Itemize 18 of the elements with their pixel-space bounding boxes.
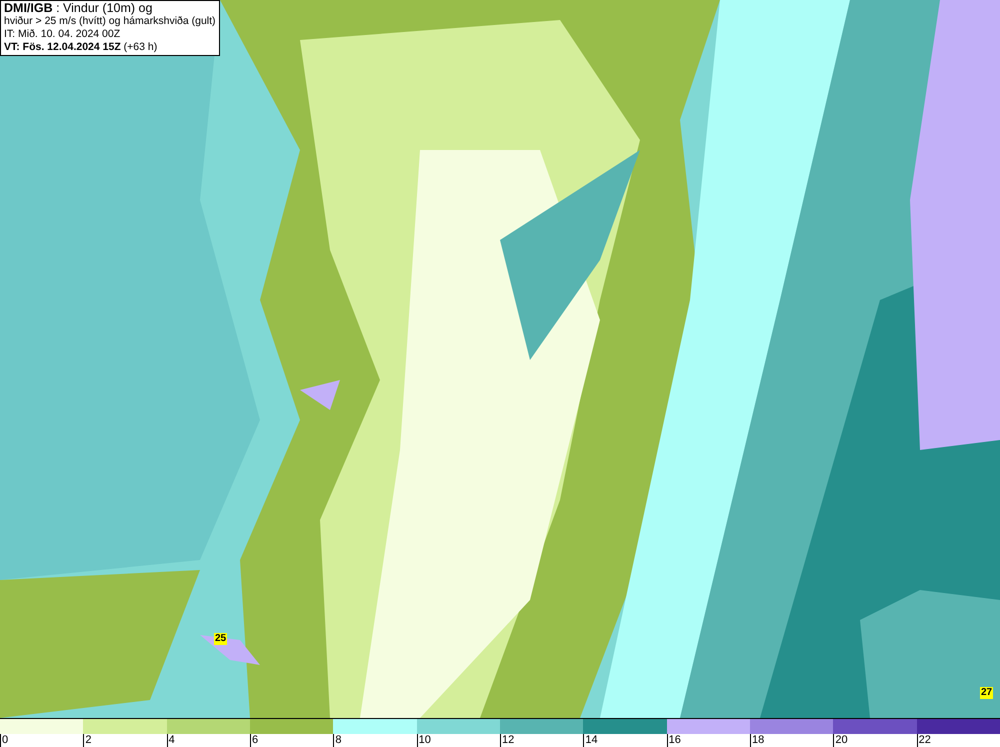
legend-label: 18 <box>752 734 764 746</box>
legend-label: 20 <box>835 734 848 746</box>
legend-label: 16 <box>668 734 681 746</box>
title-line: VT: Fös. 12.04.2024 15Z (+63 h) <box>4 41 158 54</box>
legend-label: 14 <box>585 734 598 746</box>
legend-label: 22 <box>918 734 931 746</box>
title-line: IT: Mið. 10. 04. 2024 00Z <box>4 28 122 41</box>
title-line: hviður > 25 m/s (hvítt) og hámarkshviða (gult) <box>4 15 216 28</box>
title-line: DMI/IGB : Vindur (10m) og <box>4 2 154 15</box>
legend-label: 8 <box>335 734 342 746</box>
legend-label: 2 <box>85 734 92 746</box>
gust-label: 25 <box>214 633 228 645</box>
legend-label: 4 <box>168 734 175 746</box>
legend-label: 0 <box>2 734 8 746</box>
legend-label: 6 <box>252 734 258 746</box>
legend-label: 12 <box>502 734 514 746</box>
gust-label: 27 <box>980 687 994 699</box>
legend-label: 10 <box>418 734 431 746</box>
